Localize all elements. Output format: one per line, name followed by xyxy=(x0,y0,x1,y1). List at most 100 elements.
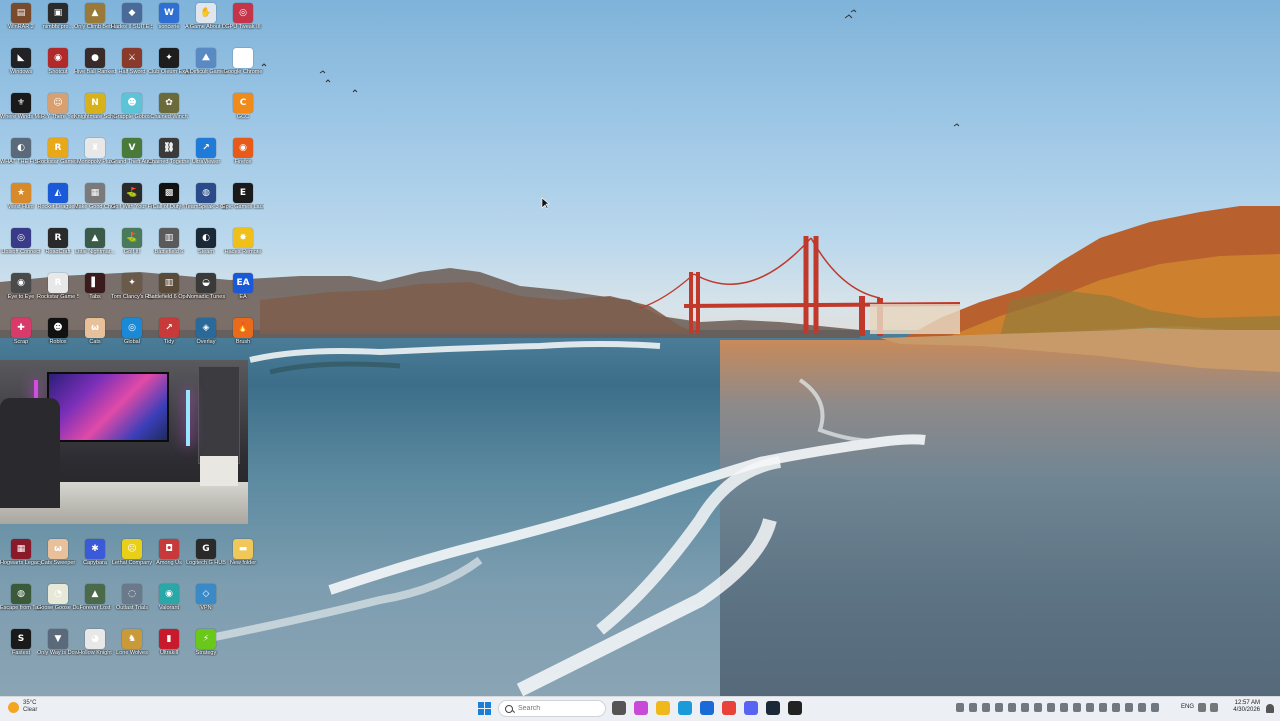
search-input[interactable] xyxy=(518,705,598,712)
weather-widget[interactable]: 35°C Clear xyxy=(8,700,37,714)
desktop-icon[interactable]: ω Cats Sweeper xyxy=(37,536,79,580)
desktop-icon[interactable]: ◣ Windows xyxy=(0,45,42,89)
desktop-icon[interactable]: ▣ nimbfs pro... xyxy=(37,0,79,44)
desktop-icon[interactable]: ▼ Only Way is Down xyxy=(37,626,79,670)
desktop-icon[interactable]: RRockstar Game Services xyxy=(37,270,79,314)
desktop-icon[interactable]: ▲Only Climb Better Tog... xyxy=(74,0,116,44)
tray-icon[interactable] xyxy=(1112,703,1120,712)
desktop-icon[interactable]: 🔥 Brush xyxy=(222,315,264,359)
language-indicator[interactable]: ENG xyxy=(1181,704,1194,710)
desktop-icon[interactable]: ◇ VPN xyxy=(185,581,227,625)
clock[interactable]: 12:57 AM 4/30/2026 xyxy=(1228,700,1260,714)
tray-icon[interactable] xyxy=(1008,703,1016,712)
system-tray-icons[interactable] xyxy=(956,703,1159,712)
tray-icon[interactable] xyxy=(1086,703,1094,712)
tray-icon[interactable] xyxy=(1021,703,1029,712)
desktop-icon[interactable]: ♞ Lone Wolves xyxy=(111,626,153,670)
desktop-icon[interactable]: ◎ GPU Tweak III xyxy=(222,0,264,44)
desktop-icon[interactable]: ⛓ Chained Together xyxy=(148,135,190,179)
start-button[interactable] xyxy=(478,702,491,715)
desktop-icon[interactable]: ◉ Eye to Eye xyxy=(0,270,42,314)
desktop-icon[interactable]: ◌ Outlast Trials xyxy=(111,581,153,625)
tray-icon[interactable] xyxy=(982,703,990,712)
desktop-icon[interactable]: ◐ WHAT THE FISH xyxy=(0,135,42,179)
taskbar-discord-icon[interactable] xyxy=(744,701,758,715)
desktop-icon[interactable]: ✿ Chained Winch xyxy=(148,90,190,134)
tray-icon[interactable] xyxy=(1138,703,1146,712)
taskbar-copilot-icon[interactable] xyxy=(634,701,648,715)
desktop-icon[interactable]: ◍TeamSpeak 3 Client xyxy=(185,180,227,224)
desktop-icon[interactable]: ☻ Roblox xyxy=(37,315,79,359)
taskbar-store-icon[interactable] xyxy=(700,701,714,715)
desktop-icon[interactable]: VGrand Theft Auto V xyxy=(111,135,153,179)
desktop-icon[interactable]: ▩ Call of Duty® xyxy=(148,180,190,224)
desktop-icon[interactable]: R RoadCraft xyxy=(37,225,79,269)
network-volume-battery[interactable] xyxy=(1198,703,1218,712)
desktop-icon[interactable]: EEpic Games Launcher xyxy=(222,180,264,224)
desktop-icon[interactable]: EA EA xyxy=(222,270,264,314)
tray-icon[interactable] xyxy=(956,703,964,712)
tray-icon[interactable] xyxy=(1034,703,1042,712)
desktop-icon[interactable]: ▤ WinRAR 2 xyxy=(0,0,42,44)
desktop-icon[interactable]: S Fastest xyxy=(0,626,42,670)
tray-icon[interactable] xyxy=(1125,703,1133,712)
desktop-icon[interactable]: ▮ Ultrakill xyxy=(148,626,190,670)
desktop-icon[interactable]: ⛳Golf With Your Friends xyxy=(111,180,153,224)
tray-icon[interactable] xyxy=(1060,703,1068,712)
tray-icon[interactable] xyxy=(1047,703,1055,712)
desktop-icon[interactable]: ◒ Nomadic Tunes xyxy=(185,270,227,314)
taskbar-chrome-icon[interactable] xyxy=(722,701,736,715)
desktop-icon[interactable]: ▦Make Good Choices xyxy=(74,180,116,224)
taskbar-file-explorer-icon[interactable] xyxy=(656,701,670,715)
tray-icon[interactable] xyxy=(1099,703,1107,712)
desktop-icon[interactable]: ● Hive Ball Ranked xyxy=(74,45,116,89)
desktop-icon[interactable]: ω Cats xyxy=(74,315,116,359)
taskbar-edge-icon[interactable] xyxy=(678,701,692,715)
desktop-icon[interactable]: ✋ A Game About D... xyxy=(185,0,227,44)
desktop-icon[interactable]: ☺ R.Y There Yet xyxy=(37,90,79,134)
desktop-icon[interactable]: ◘ Among Us xyxy=(148,536,190,580)
desktop-icon[interactable]: ↗ UltraViewer xyxy=(185,135,227,179)
desktop-icon[interactable]: ✸ Hades Remote xyxy=(222,225,264,269)
taskbar-search[interactable] xyxy=(498,700,606,717)
desktop-icon[interactable]: ▥Battlefield 6 Open Beta xyxy=(148,270,190,314)
desktop-icon[interactable]: ◭ Rocket League® xyxy=(37,180,79,224)
taskbar-steam-icon[interactable] xyxy=(766,701,780,715)
desktop-icon[interactable]: ◎ Global xyxy=(111,315,153,359)
tray-icon[interactable] xyxy=(995,703,1003,712)
desktop-icon[interactable]: C GCC xyxy=(222,90,264,134)
desktop-icon[interactable]: ▌ Tabs xyxy=(74,270,116,314)
desktop-icon[interactable]: ▲ Little Nightmar... xyxy=(74,225,116,269)
desktop-icon[interactable]: ◍Escape from Tarkov xyxy=(0,581,42,625)
desktop-icon[interactable]: ▲ Forever Lost xyxy=(74,581,116,625)
desktop-icon[interactable]: ✚ Scrap xyxy=(0,315,42,359)
desktop-icon[interactable]: ◐ Steam xyxy=(185,225,227,269)
tray-icon[interactable] xyxy=(1073,703,1081,712)
desktop-icon[interactable]: ◎ Ubisoft Connect xyxy=(0,225,42,269)
desktop-icon[interactable]: ✱ Capybara xyxy=(74,536,116,580)
desktop-icon[interactable]: ▥ Battlefield 6 xyxy=(148,225,190,269)
desktop-icon[interactable]: ★ West Hunt xyxy=(0,180,42,224)
desktop-icon[interactable]: ◉ Firefox xyxy=(222,135,264,179)
desktop-icon[interactable]: ◔Goose Goose Duck xyxy=(37,581,79,625)
desktop-icon[interactable]: G Logitech G HUB xyxy=(185,536,227,580)
desktop-icon[interactable]: ⚔ Half Sword xyxy=(111,45,153,89)
desktop-icon[interactable]: ☹ Lethal Company xyxy=(111,536,153,580)
desktop-icon[interactable]: ◎ Google Chrome xyxy=(222,45,264,89)
desktop-icon[interactable]: ◕ Hollow Knight xyxy=(74,626,116,670)
desktop-icon[interactable]: ⚜Where Winds Meet xyxy=(0,90,42,134)
desktop-icon[interactable]: ♜ Monopoly Plus xyxy=(74,135,116,179)
desktop-icon[interactable]: Wsoncerie xyxy=(148,0,190,44)
desktop-icon[interactable]: ⚡ Strategy xyxy=(185,626,227,670)
desktop-icon[interactable]: R Rockstar Games... xyxy=(37,135,79,179)
desktop-icon[interactable]: ◉ Valorant xyxy=(148,581,190,625)
desktop-icon[interactable]: ✦Tom Clancy's Rainbow Six® xyxy=(111,270,153,314)
desktop-icon[interactable]: ⛰A Difficult Game Abo... xyxy=(185,45,227,89)
desktop-icon[interactable]: ⛳ Golf It! xyxy=(111,225,153,269)
desktop-icon[interactable]: NKnightmare Scheduler xyxy=(74,90,116,134)
notification-bell-icon[interactable] xyxy=(1266,704,1274,713)
desktop-icon[interactable]: ◈ Overlay xyxy=(185,315,227,359)
desktop-icon[interactable]: ✦Club Oleum Expedition 33 xyxy=(148,45,190,89)
desktop-icon[interactable]: ▦ Hogwarts Legacy xyxy=(0,536,42,580)
taskbar-task-view-icon[interactable] xyxy=(612,701,626,715)
